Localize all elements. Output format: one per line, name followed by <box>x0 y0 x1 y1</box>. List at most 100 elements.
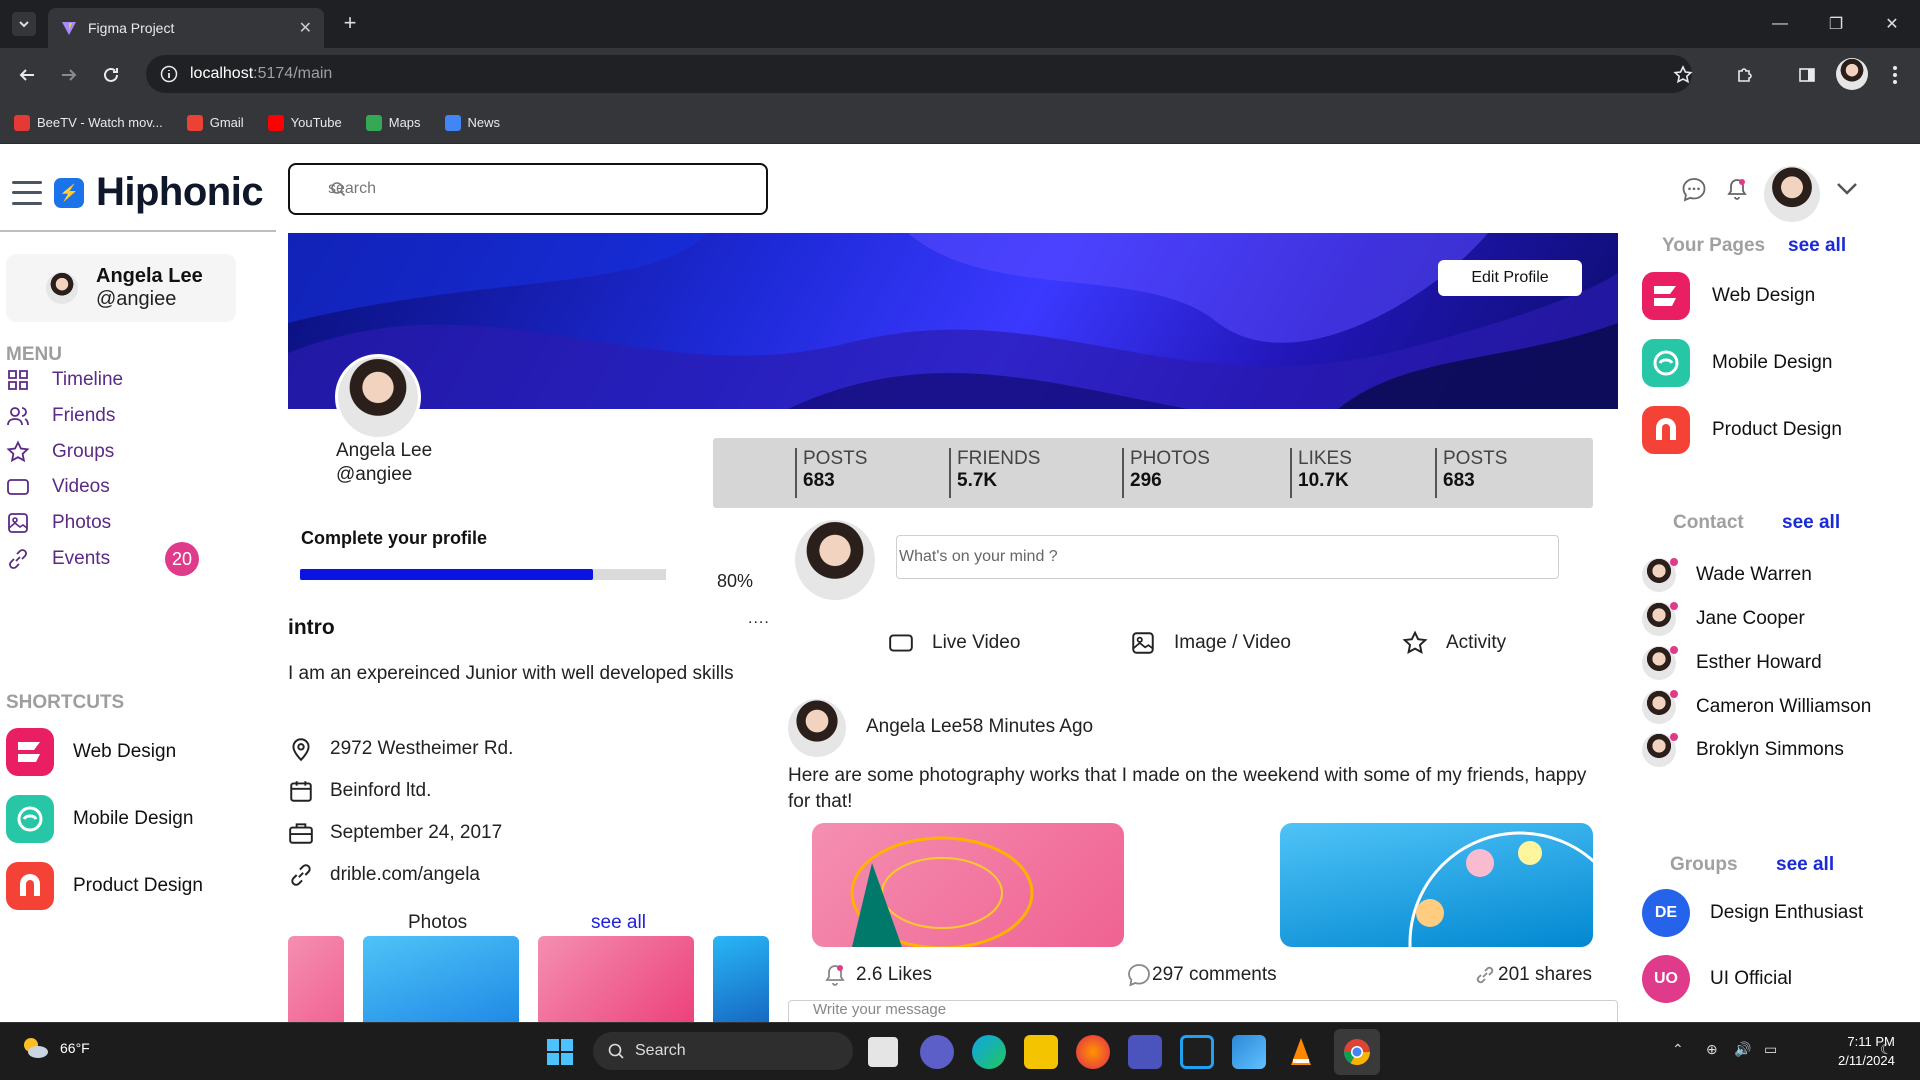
page-app-icon <box>1642 339 1690 387</box>
post-author-avatar[interactable] <box>788 699 846 757</box>
post-image[interactable] <box>812 823 1124 947</box>
bookmark-item[interactable]: BeeTV - Watch mov... <box>14 114 163 131</box>
profile-handle: @angiee <box>336 464 413 485</box>
bookmark-star-button[interactable] <box>1670 62 1696 88</box>
restore-button[interactable]: ❐ <box>1808 0 1864 48</box>
comment-input[interactable]: Write your message <box>788 1000 1618 1022</box>
extensions-button[interactable] <box>1732 62 1758 88</box>
contact-item[interactable]: Esther Howard <box>1642 646 1822 680</box>
sidebar-item-timeline[interactable]: Timeline <box>6 368 123 392</box>
bookmark-item[interactable]: Gmail <box>186 114 244 131</box>
battery-icon[interactable]: ▭ <box>1764 1041 1777 1058</box>
bookmark-item[interactable]: News <box>444 114 500 131</box>
post-composer-input[interactable] <box>896 535 1559 579</box>
profile-card[interactable]: Angela Lee @angiee <box>6 254 236 322</box>
composer-action-button[interactable]: Activity <box>1402 630 1506 656</box>
groups-see-all-link[interactable]: see all <box>1776 854 1834 876</box>
contact-avatar <box>1642 646 1678 680</box>
group-item[interactable]: UO UI Official <box>1642 955 1792 1003</box>
composer-action-button[interactable]: Live Video <box>888 630 1020 656</box>
browser-menu-button[interactable] <box>1882 62 1908 88</box>
sidebar-item-friends[interactable]: Friends <box>6 404 115 428</box>
user-avatar[interactable] <box>1764 166 1820 222</box>
pages-see-all-link[interactable]: see all <box>1788 235 1846 257</box>
file-explorer-icon[interactable] <box>1024 1035 1058 1069</box>
windows-start-button[interactable] <box>543 1035 577 1069</box>
browser-tab[interactable]: Figma Project ✕ <box>48 8 324 48</box>
profile-avatar[interactable] <box>335 354 421 440</box>
contact-item[interactable]: Wade Warren <box>1642 558 1812 592</box>
task-view-icon[interactable] <box>866 1035 900 1069</box>
vscode-icon[interactable] <box>1180 1035 1214 1069</box>
hamburger-menu-icon[interactable] <box>12 178 42 208</box>
bookmark-item[interactable]: Maps <box>365 114 421 131</box>
search-field[interactable] <box>288 163 768 215</box>
teams-icon[interactable] <box>1128 1035 1162 1069</box>
profile-progress-bar <box>300 569 666 580</box>
intro-info-text[interactable]: drible.com/angela <box>330 864 480 886</box>
stat-label: POSTS <box>1443 448 1508 469</box>
your-page-item[interactable]: Product Design <box>1642 406 1842 454</box>
close-icon[interactable]: ✕ <box>299 18 312 38</box>
online-status-dot <box>1670 602 1678 610</box>
group-item[interactable]: DE Design Enthusiast <box>1642 889 1863 937</box>
info-icon[interactable] <box>160 65 178 83</box>
sidebar-item-groups[interactable]: Groups <box>6 440 114 464</box>
tray-overflow-icon[interactable]: ⌃ <box>1672 1041 1684 1058</box>
chat-button[interactable] <box>1680 176 1708 204</box>
notifications-button[interactable] <box>1726 176 1748 202</box>
new-tab-button[interactable]: + <box>338 12 362 36</box>
shares-stat[interactable]: 201 shares <box>1472 962 1592 988</box>
contact-title: Contact <box>1673 512 1744 533</box>
weather-widget[interactable]: 66°F <box>20 1035 90 1061</box>
firefox-icon[interactable] <box>1076 1035 1110 1069</box>
minimize-button[interactable]: — <box>1752 0 1808 48</box>
close-window-button[interactable]: ✕ <box>1864 0 1920 48</box>
photo-thumbnail[interactable] <box>363 936 519 1022</box>
your-page-item[interactable]: Mobile Design <box>1642 339 1832 387</box>
app-logo[interactable]: ⚡ Hiphonic <box>12 170 264 215</box>
tab-search-button[interactable] <box>12 12 36 36</box>
taskbar-search[interactable]: Search <box>593 1032 853 1070</box>
contact-see-all-link[interactable]: see all <box>1782 512 1840 534</box>
side-panel-button[interactable] <box>1794 62 1820 88</box>
shortcut-item[interactable]: Mobile Design <box>6 795 193 843</box>
volume-icon[interactable]: 🔊 <box>1734 1041 1751 1058</box>
back-button[interactable] <box>14 62 40 88</box>
contact-item[interactable]: Broklyn Simmons <box>1642 733 1844 767</box>
your-page-item[interactable]: Web Design <box>1642 272 1815 320</box>
shortcut-item[interactable]: Product Design <box>6 862 203 910</box>
photos-see-all-link[interactable]: see all <box>591 912 646 934</box>
teams-chat-icon[interactable] <box>920 1035 954 1069</box>
vlc-icon[interactable] <box>1284 1035 1318 1069</box>
photo-thumbnail[interactable] <box>713 936 769 1022</box>
language-icon[interactable]: ⊕ <box>1706 1041 1718 1058</box>
edit-profile-button[interactable]: Edit Profile <box>1438 260 1582 296</box>
sidebar-item-photos[interactable]: Photos <box>6 511 111 535</box>
sidebar-item-videos[interactable]: Videos <box>6 475 110 499</box>
comments-stat[interactable]: 297 comments <box>1126 962 1277 988</box>
likes-stat[interactable]: 2.6 Likes <box>822 962 932 988</box>
account-dropdown-button[interactable] <box>1836 182 1858 196</box>
intro-info-text: September 24, 2017 <box>330 822 503 843</box>
contact-item[interactable]: Cameron Williamson <box>1642 690 1871 724</box>
composer-action-label: Live Video <box>932 632 1021 653</box>
reload-button[interactable] <box>98 62 124 88</box>
intro-more-button[interactable]: .... <box>748 610 770 628</box>
notifications-center-icon[interactable]: ☾ <box>1880 1041 1893 1058</box>
photos-app-icon[interactable] <box>1232 1035 1266 1069</box>
search-input[interactable] <box>328 180 708 198</box>
chrome-icon[interactable] <box>1334 1029 1380 1075</box>
post-image[interactable] <box>1280 823 1593 947</box>
bookmark-item[interactable]: YouTube <box>267 114 342 131</box>
forward-button[interactable] <box>56 62 82 88</box>
composer-action-button[interactable]: Image / Video <box>1130 630 1291 656</box>
photo-thumbnail[interactable] <box>288 936 344 1022</box>
photo-thumbnail[interactable] <box>538 936 694 1022</box>
browser-profile-avatar[interactable] <box>1836 58 1868 90</box>
address-bar[interactable]: localhost:5174/main <box>146 55 1692 93</box>
contact-item[interactable]: Jane Cooper <box>1642 602 1805 636</box>
edge-icon[interactable] <box>972 1035 1006 1069</box>
sidebar-item-events[interactable]: Events <box>6 547 110 571</box>
shortcut-item[interactable]: Web Design <box>6 728 176 776</box>
